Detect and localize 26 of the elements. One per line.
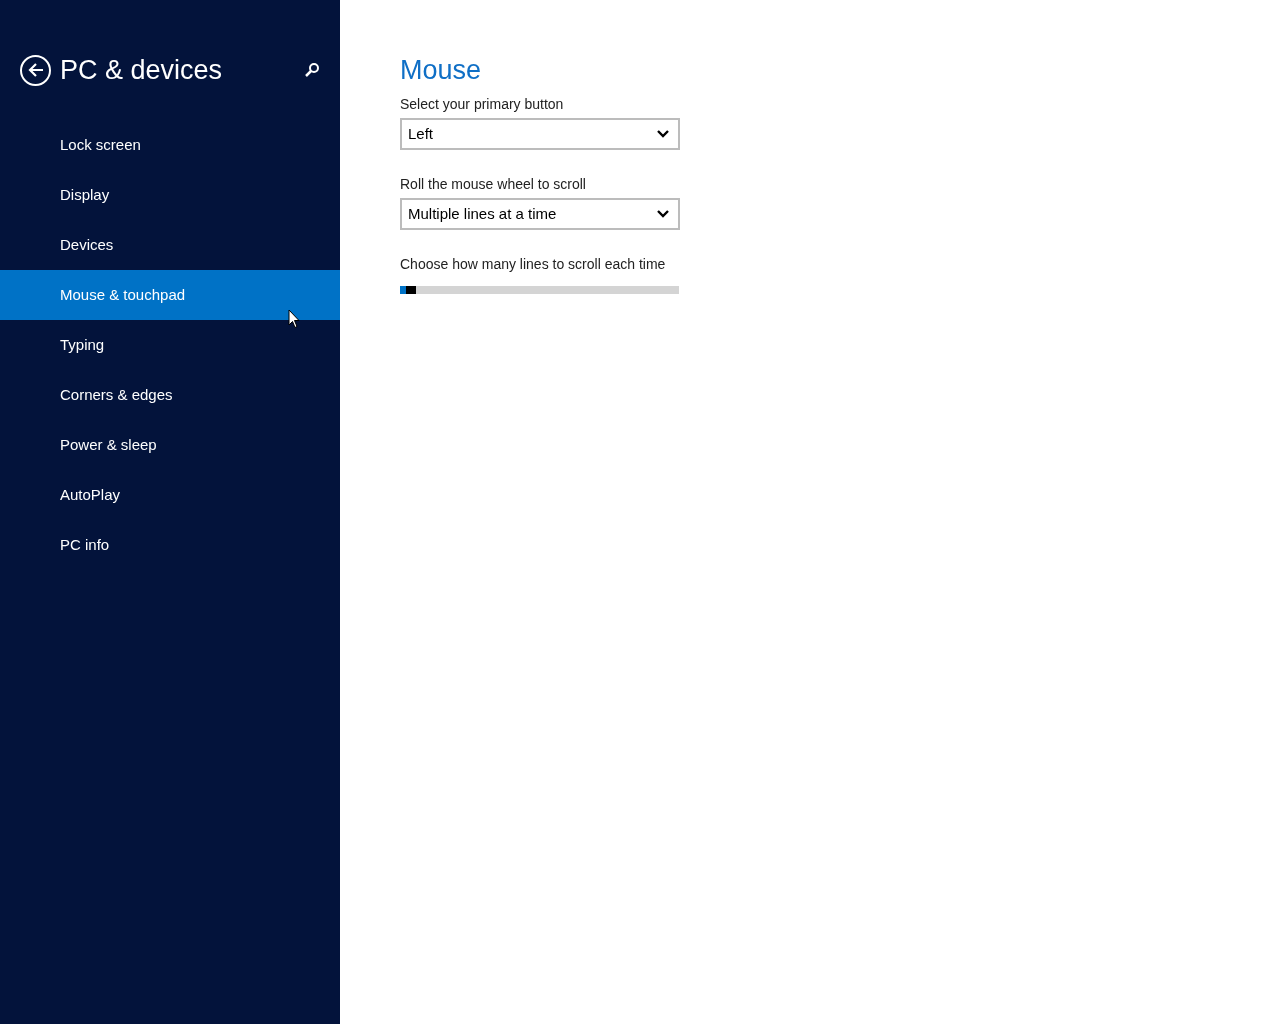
chevron-down-icon bbox=[657, 210, 669, 218]
section-heading: Mouse bbox=[400, 54, 483, 87]
nav-item[interactable]: Mouse & touchpad bbox=[0, 270, 340, 320]
mouse-cursor-icon bbox=[288, 309, 300, 329]
slider-thumb[interactable] bbox=[405, 286, 416, 294]
search-icon bbox=[304, 62, 320, 78]
nav-item[interactable]: PC info bbox=[0, 520, 340, 570]
nav-item[interactable]: Typing bbox=[0, 320, 340, 370]
nav-item[interactable]: AutoPlay bbox=[0, 470, 340, 520]
setting-label: Choose how many lines to scroll each time bbox=[400, 255, 667, 274]
nav-item[interactable]: Display bbox=[0, 170, 340, 220]
dropdown-value: Left bbox=[408, 123, 434, 144]
slider-track[interactable] bbox=[400, 286, 679, 294]
dropdown[interactable]: Left bbox=[400, 118, 680, 150]
dropdown-value: Multiple lines at a time bbox=[408, 203, 557, 224]
dropdown[interactable]: Multiple lines at a time bbox=[400, 198, 680, 230]
nav-item[interactable]: Power & sleep bbox=[0, 420, 340, 470]
back-button[interactable] bbox=[20, 54, 51, 86]
page-title: PC & devices bbox=[60, 53, 223, 87]
nav-item[interactable]: Corners & edges bbox=[0, 370, 340, 420]
chevron-down-icon bbox=[657, 130, 669, 138]
setting-label: Select your primary button bbox=[400, 95, 565, 114]
back-arrow-icon bbox=[27, 63, 44, 77]
nav-item[interactable]: Lock screen bbox=[0, 120, 340, 170]
setting-label: Roll the mouse wheel to scroll bbox=[400, 175, 587, 194]
nav-item[interactable]: Devices bbox=[0, 220, 340, 270]
